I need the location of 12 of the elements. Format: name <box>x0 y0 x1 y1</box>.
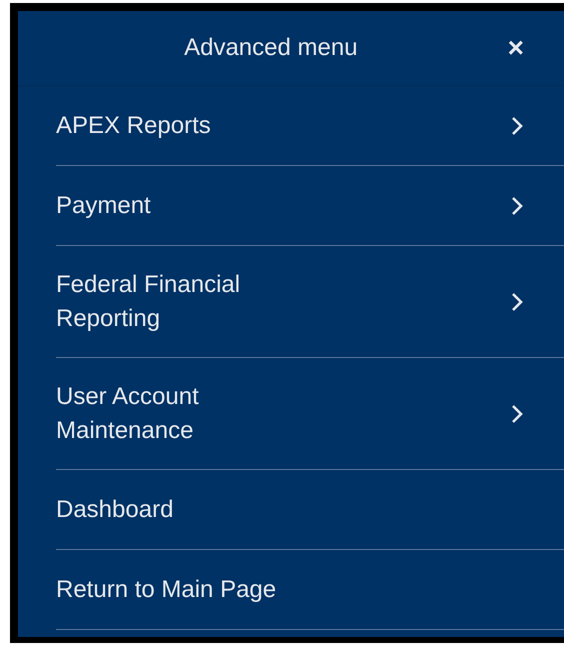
menu-item[interactable]: APEX Reports <box>56 86 564 166</box>
menu-item[interactable]: Payment <box>56 166 564 246</box>
chevron-icon <box>510 114 524 136</box>
chevron-icon <box>510 290 524 312</box>
chevron-icon <box>510 194 524 216</box>
menu-item[interactable]: Federal Financial Reporting <box>56 246 564 358</box>
chevron-icon <box>510 402 524 424</box>
close-button[interactable]: × <box>504 34 528 62</box>
menu-title: Advanced menu <box>183 34 359 62</box>
menu-item[interactable]: Dashboard <box>56 470 564 550</box>
menu-item[interactable]: Return to Main Page <box>56 550 564 630</box>
menu-item[interactable]: User Account Maintenance <box>56 358 564 470</box>
